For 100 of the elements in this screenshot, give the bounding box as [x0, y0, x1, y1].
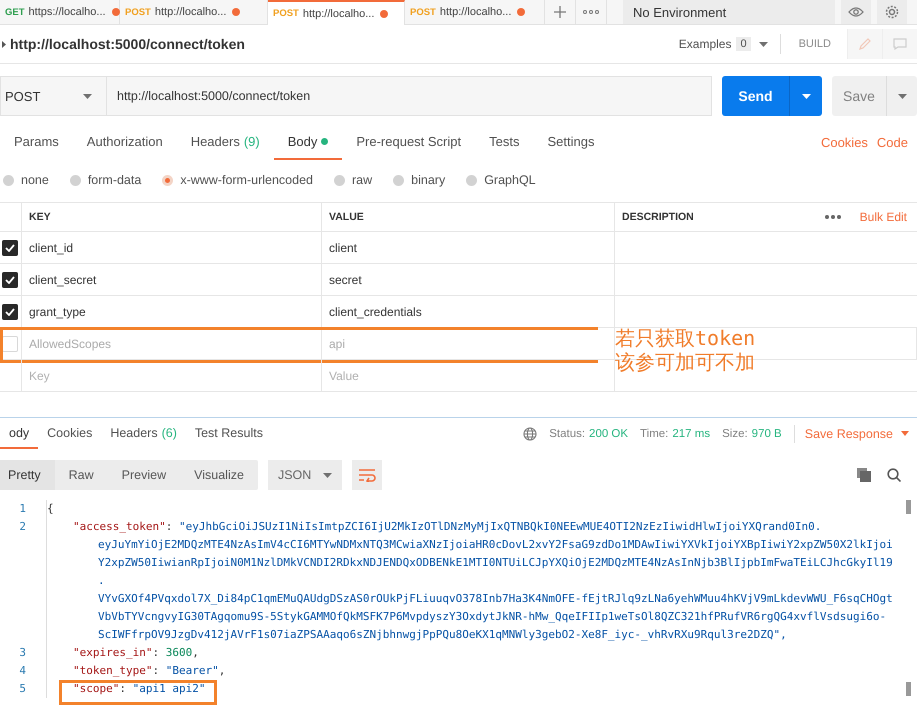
radio-label[interactable]: binary: [411, 173, 446, 187]
request-tab[interactable]: POST http://localho...: [268, 0, 405, 25]
radio-button[interactable]: [466, 174, 478, 186]
json-string: eyJuYmYiOjE2MDQzMTE4NzAsImV4cCI6MTYwNDMxNTQ3MCwiaXNzIjoiaHR0cDovL2xvY2FsaG9zdDo1MDAwIiwiYXVkIjoiYXBpIiwiY2xpZW50X2lkIjoi: [97, 537, 893, 553]
caret-icon[interactable]: [2, 40, 6, 48]
request-section-tab[interactable]: Pre-request Script: [342, 124, 476, 160]
response-tab[interactable]: Cookies: [38, 418, 102, 449]
search-icon[interactable]: [887, 468, 901, 482]
json-key: "scope": [73, 680, 120, 698]
more-icon[interactable]: [583, 10, 599, 14]
json-punctuation: ,: [192, 645, 199, 661]
view-mode-button[interactable]: Raw: [54, 460, 108, 490]
checkbox[interactable]: [2, 272, 18, 288]
gear-icon[interactable]: [885, 5, 899, 19]
json-string: "Bearer": [166, 663, 219, 679]
http-method: POST: [410, 6, 436, 18]
line-number: 4: [18, 663, 26, 679]
annotation-text: 若只获取token: [615, 326, 756, 350]
annotation-text: 该参可加可不加: [615, 350, 756, 374]
environment-dropdown[interactable]: No Environment: [623, 0, 835, 24]
request-section-tab[interactable]: Authorization: [72, 124, 177, 160]
json-punctuation: :: [152, 645, 160, 661]
scrollbar[interactable]: [906, 682, 911, 696]
view-mode-button[interactable]: Visualize: [180, 460, 258, 490]
caret-icon: [322, 472, 332, 478]
json-string: ScIWFfrpOV9JzgDv412jAVrF1s07iaZPSAAaqo6sZNjbhnwgjPpPQu8OeKX1qMNWly3gebO2-Xe8F_iyc-_vhRvRXu9Rqul3re2DZQ",: [97, 627, 787, 643]
examples-count: 0: [736, 37, 751, 51]
url-field[interactable]: http://localhost:5000/connect/token: [107, 76, 712, 116]
meta-value: 217 ms: [672, 428, 710, 440]
caret-icon: [758, 42, 768, 46]
json-number: 3600: [166, 645, 192, 661]
param-value[interactable]: secret: [329, 272, 362, 286]
json-string: "api1 api2": [132, 681, 206, 697]
checkmark-icon: [5, 308, 15, 316]
json-key: "access_token": [73, 518, 166, 536]
response-tab[interactable]: Test Results: [186, 418, 272, 449]
request-section-tab[interactable]: Headers (9): [176, 124, 274, 160]
radio-label[interactable]: form-data: [88, 173, 142, 187]
request-section-tab[interactable]: Settings: [533, 124, 608, 160]
checkmark-icon: [5, 244, 15, 252]
body-dot: [321, 138, 328, 144]
param-value[interactable]: client: [329, 240, 358, 254]
radio-label[interactable]: x-www-form-urlencoded: [180, 173, 313, 187]
request-section-tab[interactable]: Params: [0, 124, 73, 160]
meta-value: 200 OK: [589, 428, 628, 440]
param-value[interactable]: client_credentials: [329, 304, 422, 318]
caret-icon[interactable]: [802, 94, 810, 98]
http-method: GET: [5, 6, 25, 18]
column-header: DESCRIPTION: [622, 211, 695, 223]
scrollbar[interactable]: [906, 500, 911, 514]
radio-button[interactable]: [393, 174, 404, 186]
http-method: POST: [125, 6, 151, 18]
param-key[interactable]: client_id: [29, 240, 74, 254]
examples-label[interactable]: Examples: [678, 37, 732, 51]
radio-button[interactable]: [3, 174, 14, 186]
format-dropdown[interactable]: JSON: [268, 460, 342, 490]
more-icon[interactable]: [824, 215, 841, 219]
json-punctuation: {: [47, 501, 54, 517]
copy-icon[interactable]: [857, 468, 871, 482]
line-number: 3: [18, 645, 26, 661]
meta-label: Size:: [722, 428, 748, 440]
checkbox[interactable]: [2, 336, 18, 352]
eye-icon[interactable]: [848, 6, 864, 18]
radio-button[interactable]: [162, 174, 174, 186]
json-key: "token_type": [73, 662, 152, 680]
view-mode-button[interactable]: Preview: [108, 460, 180, 490]
json-punctuation: ,: [218, 663, 226, 679]
view-mode-button[interactable]: Pretty: [0, 460, 55, 490]
meta-value: 970 B: [752, 428, 782, 440]
json-punctuation: :: [152, 663, 160, 679]
method-select[interactable]: POST: [0, 76, 107, 116]
json-punctuation: :: [119, 681, 127, 697]
request-section-tab[interactable]: Body: [274, 124, 342, 160]
response-tab[interactable]: Headers (6): [101, 418, 186, 449]
checkbox[interactable]: [2, 304, 18, 320]
meta-label: Status:: [549, 428, 586, 440]
param-key[interactable]: grant_type: [29, 304, 86, 318]
radio-label[interactable]: raw: [352, 173, 372, 187]
request-section-tab[interactable]: Tests: [475, 124, 534, 160]
line-number: 1: [18, 501, 26, 517]
response-tab[interactable]: ody: [0, 418, 38, 449]
json-punctuation: :: [166, 519, 174, 535]
checkmark-icon: [5, 276, 15, 284]
caret-icon: [83, 94, 92, 98]
param-key[interactable]: client_secret: [29, 272, 96, 286]
radio-button[interactable]: [334, 174, 345, 186]
caret-icon[interactable]: [898, 94, 906, 98]
json-string: .: [97, 573, 105, 589]
plus-icon[interactable]: [554, 6, 566, 18]
radio-label[interactable]: GraphQL: [484, 173, 536, 187]
meta-label: Time:: [640, 428, 668, 440]
globe-icon[interactable]: [523, 426, 538, 440]
checkbox[interactable]: [2, 240, 18, 256]
json-string: VYvGXOf4PVqxdol7X_Di84pC1qmEMuQAUdgDSzAS0rOUkPjFLiuuqvO378Inb7Ha3K4NmOFE-fEjtRJlq9zLNa6yehWMuu4hKVjV9mLkdevWWU_F6sqCHOgt: [97, 591, 893, 607]
radio-button[interactable]: [70, 174, 81, 186]
radio-label[interactable]: none: [21, 173, 49, 187]
json-string: "eyJhbGciOiJSUzI1NiIsImtpZCI6IjU2MkIzOTlDNzMyMjIxQTNBQkI0NEEwMUE4OTI2NzEzIiwidHlwIjoiYXQrand0In0.: [178, 519, 822, 535]
request-title: http://localhost:5000/connect/token: [10, 36, 245, 52]
line-number: 5: [18, 681, 26, 697]
wrap-lines-button[interactable]: [352, 460, 382, 490]
